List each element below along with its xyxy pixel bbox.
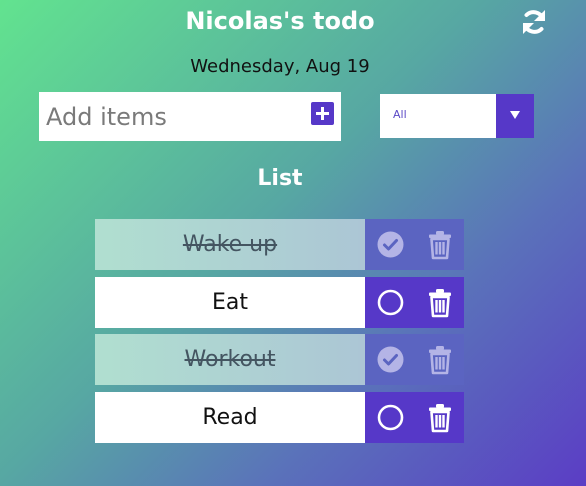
refresh-icon xyxy=(523,10,545,34)
todo-item: Eat xyxy=(95,277,464,328)
trash-icon xyxy=(429,404,451,433)
toggle-complete-button[interactable] xyxy=(377,346,404,373)
delete-button[interactable] xyxy=(427,230,453,260)
page-title: Nicolas's todo xyxy=(185,7,375,35)
trash-icon xyxy=(429,289,451,318)
add-item-input[interactable] xyxy=(39,92,301,141)
filter-dropdown-toggle[interactable] xyxy=(496,94,534,138)
add-item-box xyxy=(39,92,341,141)
current-date: Wednesday, Aug 19 xyxy=(190,56,370,77)
todo-item: Workout xyxy=(95,334,464,385)
circle-icon xyxy=(377,289,404,316)
trash-icon xyxy=(429,346,451,375)
todo-item-text[interactable]: Wake up xyxy=(95,219,365,270)
toggle-complete-button[interactable] xyxy=(377,289,404,316)
refresh-button[interactable] xyxy=(519,7,549,37)
check-circle-icon xyxy=(377,231,404,258)
todo-item: Read xyxy=(95,392,464,443)
todo-item-text[interactable]: Eat xyxy=(95,277,365,328)
add-item-button[interactable] xyxy=(311,102,334,125)
check-circle-icon xyxy=(377,346,404,373)
todo-item-actions xyxy=(365,277,464,328)
list-title: List xyxy=(257,166,303,191)
delete-button[interactable] xyxy=(427,288,453,318)
filter-selected-value: All xyxy=(393,108,407,121)
filter-select[interactable]: All xyxy=(380,94,534,138)
delete-button[interactable] xyxy=(427,345,453,375)
toggle-complete-button[interactable] xyxy=(377,231,404,258)
todo-item-actions xyxy=(365,392,464,443)
todo-item: Wake up xyxy=(95,219,464,270)
circle-icon xyxy=(377,404,404,431)
toggle-complete-button[interactable] xyxy=(377,404,404,431)
todo-item-actions xyxy=(365,219,464,270)
todo-item-actions xyxy=(365,334,464,385)
todo-item-text[interactable]: Read xyxy=(95,392,365,443)
todo-item-text[interactable]: Workout xyxy=(95,334,365,385)
caret-down-icon xyxy=(510,111,520,119)
delete-button[interactable] xyxy=(427,403,453,433)
trash-icon xyxy=(429,231,451,260)
